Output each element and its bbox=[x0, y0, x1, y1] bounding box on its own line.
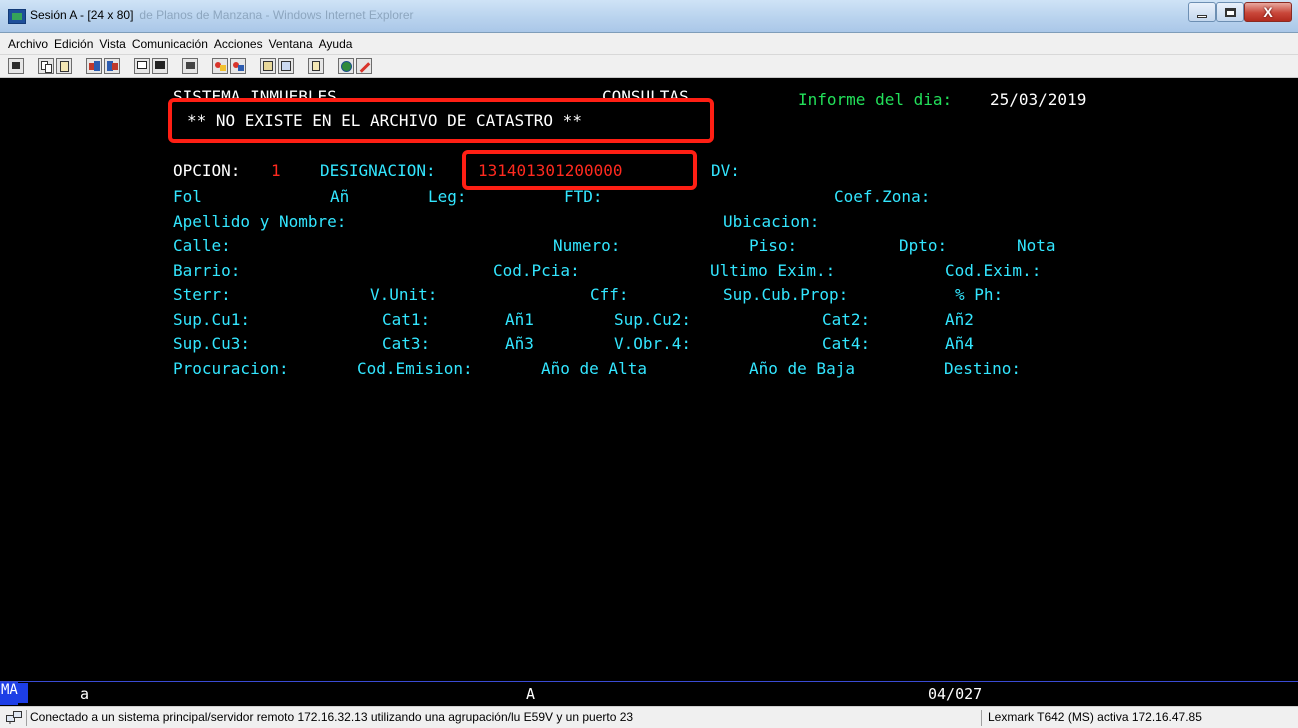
oia-cursor-position: 04/027 bbox=[928, 685, 983, 703]
edit-icon[interactable] bbox=[356, 58, 372, 74]
an3-label: Añ3 bbox=[505, 334, 534, 353]
barrio-label: Barrio: bbox=[173, 261, 241, 280]
oia-cursor-indicator bbox=[18, 683, 28, 703]
an2-label: Añ2 bbox=[945, 310, 974, 329]
terminal-screen[interactable]: SISTEMA INMUEBLES CONSULTAS Informe del … bbox=[0, 80, 1298, 682]
procuracion-label: Procuracion: bbox=[173, 359, 289, 378]
macro-icon[interactable] bbox=[212, 58, 228, 74]
cod-exim-label: Cod.Exim.: bbox=[945, 261, 1042, 280]
menu-ventana[interactable]: Ventana bbox=[266, 37, 316, 51]
fol-label: Fol bbox=[173, 187, 202, 206]
coef-zona-label: Coef.Zona: bbox=[834, 187, 931, 206]
connection-status: Conectado a un sistema principal/servido… bbox=[26, 710, 956, 726]
send-icon[interactable] bbox=[86, 58, 102, 74]
network-connection-icon bbox=[6, 711, 22, 724]
window-title: Sesión A - [24 x 80] de Planos de Manzana… bbox=[30, 8, 414, 22]
maximize-button[interactable] bbox=[1216, 2, 1244, 22]
ano-baja-label: Año de Baja bbox=[749, 359, 855, 378]
menu-acciones[interactable]: Acciones bbox=[211, 37, 266, 51]
cod-pcia-label: Cod.Pcia: bbox=[493, 261, 580, 280]
sup-cu2-label: Sup.Cu2: bbox=[614, 310, 692, 329]
destino-label: Destino: bbox=[944, 359, 1022, 378]
calle-label: Calle: bbox=[173, 236, 231, 255]
oia-mode: MA bbox=[0, 682, 18, 705]
maximize-icon bbox=[1224, 7, 1236, 17]
window-title-bar[interactable]: Sesión A - [24 x 80] de Planos de Manzana… bbox=[0, 0, 1298, 33]
window-title-faded-text: de Planos de Manzana - Windows Internet … bbox=[139, 8, 414, 22]
leg-label: Leg: bbox=[428, 187, 467, 206]
menu-archivo[interactable]: Archivo bbox=[5, 37, 51, 51]
macro-stop-icon[interactable] bbox=[230, 58, 246, 74]
cod-emision-label: Cod.Emision: bbox=[357, 359, 473, 378]
apellido-nombre-label: Apellido y Nombre: bbox=[173, 212, 347, 231]
chart-icon[interactable] bbox=[182, 58, 198, 74]
dpto-label: Dpto: bbox=[899, 236, 948, 255]
operator-info-area: MA a A 04/027 bbox=[0, 681, 1298, 705]
v-obr4-label: V.Obr.4: bbox=[614, 334, 692, 353]
dv-label: DV: bbox=[711, 161, 740, 180]
designacion-label: DESIGNACION: bbox=[320, 161, 436, 180]
numero-label: Numero: bbox=[553, 236, 621, 255]
nota-label: Nota bbox=[1017, 236, 1056, 255]
clipboard-icon[interactable] bbox=[308, 58, 324, 74]
v-unit-label: V.Unit: bbox=[370, 285, 438, 304]
display-alt-icon[interactable] bbox=[152, 58, 168, 74]
ubicacion-label: Ubicacion: bbox=[723, 212, 820, 231]
menu-comunicacion[interactable]: Comunicación bbox=[129, 37, 211, 51]
session-app-icon bbox=[8, 9, 26, 24]
cat1-label: Cat1: bbox=[382, 310, 431, 329]
ph-label: % Ph: bbox=[955, 285, 1004, 304]
minimize-icon bbox=[1197, 14, 1207, 18]
report-label: Informe del dia: bbox=[798, 90, 953, 109]
display-icon[interactable] bbox=[134, 58, 150, 74]
sup-cu1-label: Sup.Cu1: bbox=[173, 310, 251, 329]
an-label: Añ bbox=[330, 187, 350, 206]
globe-icon[interactable] bbox=[338, 58, 354, 74]
ultimo-exim-label: Ultimo Exim.: bbox=[710, 261, 836, 280]
sterr-label: Sterr: bbox=[173, 285, 231, 304]
section-title: CONSULTAS bbox=[602, 87, 689, 98]
sup-cub-prop-label: Sup.Cub.Prop: bbox=[723, 285, 849, 304]
designacion-value[interactable]: 131401301200000 bbox=[478, 160, 623, 182]
paste-icon[interactable] bbox=[56, 58, 72, 74]
status-bar: Conectado a un sistema principal/servido… bbox=[0, 706, 1298, 728]
system-title: SISTEMA INMUEBLES bbox=[173, 87, 337, 98]
printer-status: Lexmark T642 (MS) activa 172.16.47.85 bbox=[981, 710, 1294, 726]
oia-indicator: A bbox=[526, 685, 536, 703]
menu-vista[interactable]: Vista bbox=[96, 37, 128, 51]
opcion-value[interactable]: 1 bbox=[271, 160, 281, 182]
receive-icon[interactable] bbox=[104, 58, 120, 74]
copy-icon[interactable] bbox=[38, 58, 54, 74]
report-date: 25/03/2019 bbox=[990, 90, 1087, 109]
cat4-label: Cat4: bbox=[822, 334, 871, 353]
an1-label: Añ1 bbox=[505, 310, 534, 329]
cat3-label: Cat3: bbox=[382, 334, 431, 353]
menu-edicion[interactable]: Edición bbox=[51, 37, 96, 51]
oia-session: a bbox=[80, 685, 90, 703]
sup-cu3-label: Sup.Cu3: bbox=[173, 334, 251, 353]
close-button[interactable]: X bbox=[1244, 2, 1292, 22]
window-title-text: Sesión A - [24 x 80] bbox=[30, 8, 134, 22]
ano-alta-label: Año de Alta bbox=[541, 359, 647, 378]
screen-icon[interactable] bbox=[8, 58, 24, 74]
minimize-button[interactable] bbox=[1188, 2, 1216, 22]
cff-label: Cff: bbox=[590, 285, 629, 304]
menu-ayuda[interactable]: Ayuda bbox=[316, 37, 356, 51]
opcion-label: OPCION: bbox=[173, 161, 241, 180]
ftd-label: FTD: bbox=[564, 187, 603, 206]
toolbar bbox=[0, 55, 1298, 78]
menu-bar: Archivo Edición Vista Comunicación Accio… bbox=[0, 33, 1298, 55]
an4-label: Añ4 bbox=[945, 334, 974, 353]
piso-label: Piso: bbox=[749, 236, 798, 255]
transfer-icon[interactable] bbox=[260, 58, 276, 74]
close-icon: X bbox=[1263, 4, 1273, 20]
cat2-label: Cat2: bbox=[822, 310, 871, 329]
error-message: ** NO EXISTE EN EL ARCHIVO DE CATASTRO *… bbox=[187, 111, 582, 130]
transfer-alt-icon[interactable] bbox=[278, 58, 294, 74]
